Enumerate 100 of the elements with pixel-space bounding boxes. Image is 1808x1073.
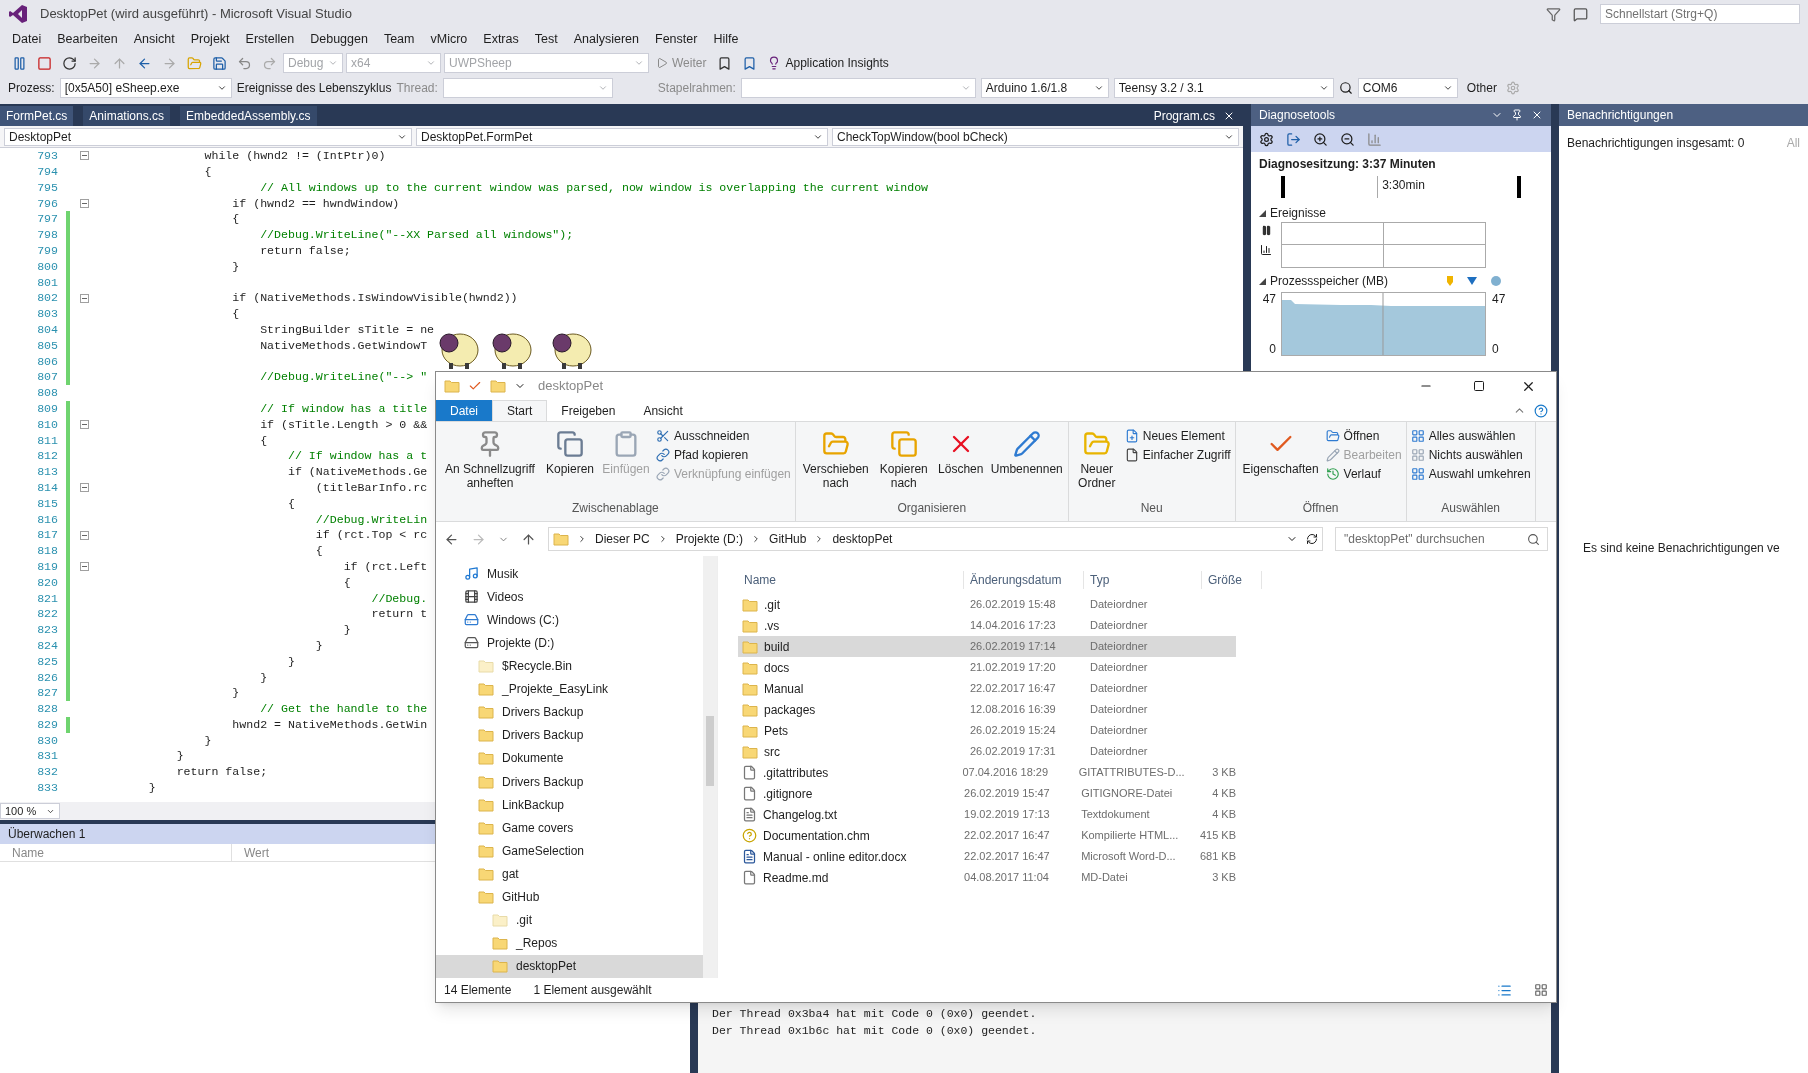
- close-icon[interactable]: [1223, 110, 1235, 122]
- checkmark-icon[interactable]: [468, 379, 482, 393]
- file-row[interactable]: Changelog.txt 19.02.2019 17:13 Textdokument 4 KB: [738, 804, 1236, 825]
- document-tab[interactable]: Animations.cs: [83, 106, 171, 126]
- breadcrumb[interactable]: Dieser PC: [595, 530, 650, 548]
- maximize-icon[interactable]: [1473, 380, 1485, 392]
- fold-toggle[interactable]: [79, 151, 89, 161]
- board-dropdown[interactable]: Arduino 1.6/1.8: [980, 78, 1109, 98]
- device-dropdown[interactable]: Teensy 3.2 / 3.1: [1113, 78, 1334, 98]
- ribbon-button[interactable]: Kopieren nach: [875, 426, 932, 499]
- file-row[interactable]: Manual - online editor.docx 22.02.2017 16:47 Microsoft Word-D... 681 KB: [738, 846, 1236, 867]
- ribbon-button[interactable]: Verlauf: [1325, 466, 1402, 482]
- navigation-dropdown[interactable]: DesktopPet.FormPet: [416, 127, 828, 146]
- zoom-dropdown[interactable]: 100 %: [0, 803, 60, 819]
- navigation-dropdown[interactable]: DesktopPet: [4, 127, 412, 146]
- fold-toggle[interactable]: [79, 419, 89, 429]
- tree-item[interactable]: _Projekte_EasyLink: [436, 677, 703, 701]
- fold-toggle[interactable]: [79, 293, 89, 303]
- search-icon[interactable]: [1338, 81, 1353, 95]
- pin-icon[interactable]: [1511, 109, 1523, 121]
- zoom-in-icon[interactable]: [1313, 131, 1328, 147]
- tree-item[interactable]: Drivers Backup: [436, 700, 703, 724]
- ribbon-button[interactable]: Eigenschaften: [1239, 426, 1322, 499]
- document-tab[interactable]: FormPet.cs: [0, 106, 74, 126]
- tree-item[interactable]: Game covers: [436, 816, 703, 840]
- menu-item[interactable]: Projekt: [182, 29, 238, 49]
- process-dropdown[interactable]: [0x5A50] eSheep.exe: [59, 78, 232, 98]
- document-tab[interactable]: Program.cs: [1145, 106, 1223, 126]
- column-header[interactable]: Wert: [232, 844, 282, 861]
- quick-launch-field[interactable]: Schnellstart (Strg+Q): [1600, 4, 1800, 24]
- filter-icon[interactable]: [1546, 6, 1561, 22]
- ribbon-tab[interactable]: Ansicht: [629, 400, 697, 421]
- tree-item[interactable]: Drivers Backup: [436, 770, 703, 794]
- ribbon-button[interactable]: Kopieren: [544, 426, 596, 499]
- file-row[interactable]: .gitattributes 07.04.2016 18:29 GITATTRIBUTES-D... 3 KB: [738, 762, 1236, 783]
- port-dropdown[interactable]: COM6: [1357, 78, 1458, 98]
- menu-item[interactable]: Test: [526, 29, 566, 49]
- fold-toggle[interactable]: [79, 562, 89, 572]
- ribbon-button[interactable]: Neues Element: [1124, 428, 1231, 444]
- close-icon[interactable]: [1531, 109, 1543, 121]
- file-row[interactable]: Documentation.chm 22.02.2017 16:47 Kompilierte HTML... 415 KB: [738, 825, 1236, 846]
- refresh-icon[interactable]: [1306, 533, 1318, 545]
- menu-item[interactable]: Datei: [4, 29, 50, 49]
- column-header[interactable]: Name: [0, 844, 232, 861]
- ribbon-tab[interactable]: Start: [492, 400, 548, 421]
- file-row[interactable]: .vs 14.04.2016 17:23 Dateiordner: [738, 615, 1236, 636]
- file-row[interactable]: Readme.md 04.08.2017 11:04 MD-Datei 3 KB: [738, 867, 1236, 888]
- tree-item[interactable]: Musik: [436, 562, 703, 586]
- ribbon-button[interactable]: Alles auswählen: [1410, 428, 1531, 444]
- file-row[interactable]: Pets 26.02.2019 15:24 Dateiordner: [738, 720, 1236, 741]
- ribbon-button[interactable]: Neuer Ordner: [1072, 426, 1121, 499]
- menu-item[interactable]: Extras: [475, 29, 527, 49]
- menu-item[interactable]: vMicro: [422, 29, 476, 49]
- fold-toggle[interactable]: [79, 530, 89, 540]
- column-header[interactable]: Name: [738, 571, 964, 589]
- feedback-icon[interactable]: [1573, 6, 1588, 22]
- menu-item[interactable]: Bearbeiten: [49, 29, 126, 49]
- breadcrumb[interactable]: GitHub: [769, 530, 807, 548]
- fold-toggle[interactable]: [79, 198, 89, 208]
- search-icon[interactable]: [1527, 533, 1540, 546]
- collapse-triangle-icon[interactable]: [1259, 277, 1266, 285]
- ribbon-button[interactable]: Umbenennen: [989, 426, 1064, 499]
- ribbon-button[interactable]: Verschieben nach: [799, 426, 872, 499]
- fold-toggle[interactable]: [79, 483, 89, 493]
- ribbon-button[interactable]: Einfacher Zugriff: [1124, 447, 1231, 463]
- settings-icon[interactable]: [1259, 131, 1274, 147]
- file-tab[interactable]: Datei: [436, 400, 492, 421]
- breadcrumb[interactable]: desktopPet: [832, 530, 893, 548]
- tree-item[interactable]: _Repos: [436, 931, 703, 955]
- tree-item[interactable]: $Recycle.Bin: [436, 654, 703, 678]
- menu-item[interactable]: Debuggen: [302, 29, 376, 49]
- address-bar[interactable]: Dieser PC Projekte (D:) GitHub desktopPet: [548, 527, 1323, 551]
- menu-item[interactable]: Hilfe: [705, 29, 747, 49]
- file-row[interactable]: build 26.02.2019 17:14 Dateiordner: [738, 636, 1236, 657]
- back-icon[interactable]: [444, 531, 459, 547]
- tree-item[interactable]: .git: [436, 908, 703, 932]
- file-row[interactable]: .gitignore 26.02.2019 15:47 GITIGNORE-Datei 4 KB: [738, 783, 1236, 804]
- help-icon[interactable]: [1534, 403, 1548, 418]
- collapse-triangle-icon[interactable]: [1259, 209, 1266, 217]
- scrollbar[interactable]: [703, 556, 717, 978]
- document-tab[interactable]: EmbeddedAssembly.cs: [180, 106, 317, 126]
- tree-item[interactable]: GitHub: [436, 885, 703, 909]
- tree-item[interactable]: Windows (C:): [436, 608, 703, 632]
- ribbon-tab[interactable]: Freigeben: [547, 400, 630, 421]
- file-row[interactable]: src 26.02.2019 17:31 Dateiordner: [738, 741, 1236, 762]
- zoom-out-icon[interactable]: [1340, 131, 1355, 147]
- tree-item[interactable]: gat: [436, 862, 703, 886]
- column-header[interactable]: Änderungsdatum: [964, 571, 1084, 589]
- file-row[interactable]: Manual 22.02.2017 16:47 Dateiordner: [738, 678, 1236, 699]
- file-row[interactable]: packages 12.08.2016 16:39 Dateiordner: [738, 699, 1236, 720]
- ribbon-button[interactable]: Auswahl umkehren: [1410, 466, 1531, 482]
- column-header[interactable]: Typ: [1084, 571, 1202, 589]
- tree-item[interactable]: GameSelection: [436, 839, 703, 863]
- tree-item[interactable]: Videos: [436, 585, 703, 609]
- column-header[interactable]: Größe: [1202, 571, 1262, 589]
- menu-item[interactable]: Erstellen: [237, 29, 303, 49]
- up-icon[interactable]: [521, 531, 536, 547]
- ribbon-button[interactable]: Öffnen: [1325, 428, 1402, 444]
- ribbon-button[interactable]: Ausschneiden: [656, 428, 791, 444]
- other-button[interactable]: Other: [1462, 79, 1501, 97]
